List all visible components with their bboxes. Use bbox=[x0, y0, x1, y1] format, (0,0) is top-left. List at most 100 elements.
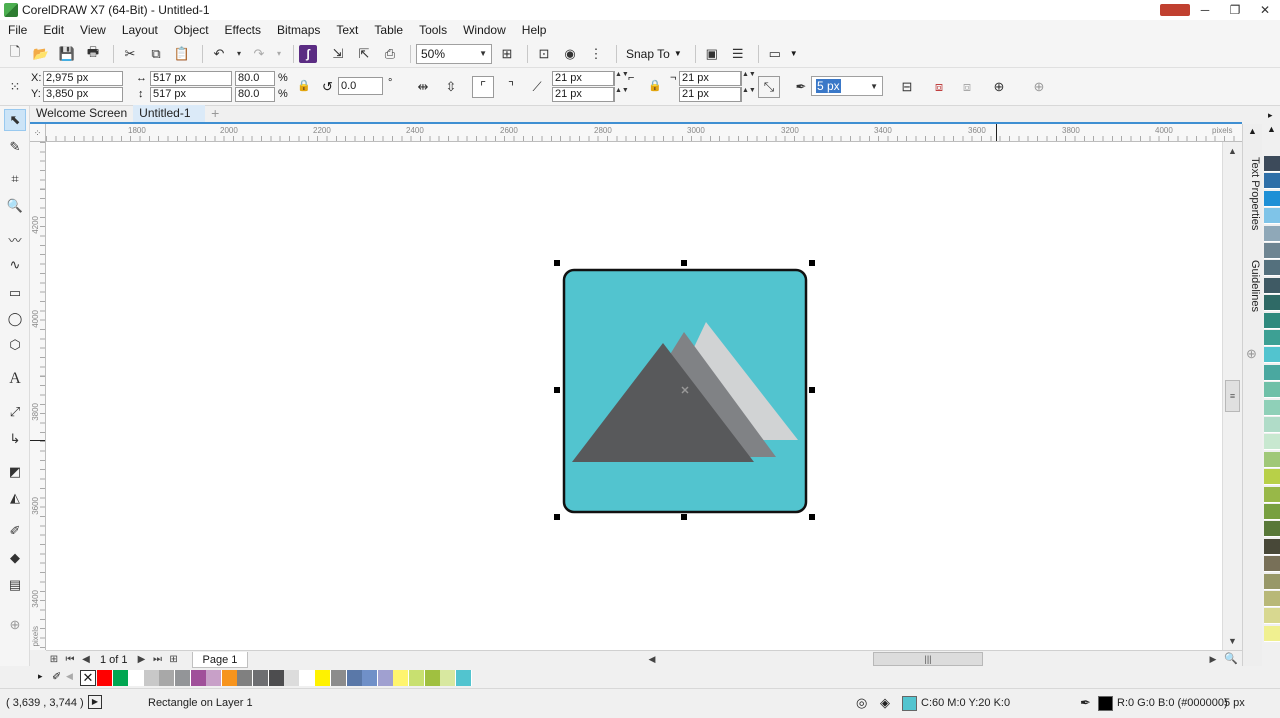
zoom-level-combo[interactable]: 50% ▼ bbox=[416, 43, 492, 64]
palette-swatch[interactable] bbox=[1264, 312, 1280, 329]
menu-layout[interactable]: Layout bbox=[114, 20, 166, 40]
height-field[interactable]: 517 px bbox=[150, 87, 232, 102]
scroll-right-icon[interactable]: ▶ bbox=[1206, 652, 1220, 666]
export-icon[interactable]: ⇱ bbox=[353, 43, 375, 65]
palette-swatch[interactable] bbox=[175, 670, 191, 686]
vertical-scroll-thumb[interactable]: ≡ bbox=[1225, 380, 1240, 412]
menu-bitmaps[interactable]: Bitmaps bbox=[269, 20, 328, 40]
show-rulers-icon[interactable]: ⊡ bbox=[533, 43, 555, 65]
page-tab-1[interactable]: Page 1 bbox=[191, 651, 249, 668]
docker-arrow-icon[interactable]: ▲ bbox=[1248, 126, 1257, 136]
lock-corners-icon[interactable]: 🔒 bbox=[648, 79, 662, 94]
undo-icon[interactable]: ↶ bbox=[208, 43, 230, 65]
pick-tool-icon[interactable]: ⬉ bbox=[4, 109, 26, 131]
color-proof-icon[interactable]: ◎ bbox=[856, 695, 867, 711]
publish-pdf-icon[interactable]: ⎙ bbox=[379, 43, 401, 65]
palette-scroll-left-icon[interactable]: ◀ bbox=[66, 671, 73, 682]
lock-ratio-icon[interactable]: 🔒 bbox=[297, 79, 311, 94]
palette-swatch[interactable] bbox=[377, 670, 394, 686]
user-account-icon[interactable] bbox=[1160, 0, 1190, 20]
palette-swatch[interactable] bbox=[346, 670, 363, 686]
restore-button[interactable]: ❐ bbox=[1220, 0, 1250, 20]
palette-swatch[interactable] bbox=[1264, 277, 1280, 294]
palette-scroll-icon[interactable]: ▲ bbox=[1267, 124, 1276, 134]
shape-tool-icon[interactable]: ✎ bbox=[4, 136, 26, 158]
play-icon[interactable]: ▶ bbox=[88, 695, 102, 709]
vertical-ruler[interactable]: 4200 4000 3800 3600 3400 pixels bbox=[30, 142, 46, 650]
ruler-origin[interactable]: ⁘ bbox=[30, 124, 46, 142]
docker-tab-guidelines[interactable]: Guidelines bbox=[1245, 256, 1261, 316]
search-content-icon[interactable]: ʃ bbox=[299, 44, 317, 63]
next-page-icon[interactable]: ▶ bbox=[134, 654, 150, 665]
palette-swatch[interactable] bbox=[1264, 504, 1280, 520]
fill-color-swatch[interactable] bbox=[902, 696, 917, 711]
add-tool-icon[interactable]: ⊕ bbox=[4, 614, 26, 636]
scroll-down-icon[interactable]: ▼ bbox=[1225, 634, 1240, 649]
rectangle-tool-icon[interactable]: ▭ bbox=[4, 282, 26, 304]
palette-swatch[interactable] bbox=[1264, 538, 1280, 555]
handle-right[interactable] bbox=[809, 387, 815, 393]
palette-swatch[interactable] bbox=[190, 670, 207, 686]
chevron-down-icon[interactable]: ▼ bbox=[790, 49, 798, 58]
menu-effects[interactable]: Effects bbox=[217, 20, 269, 40]
palette-swatch[interactable] bbox=[253, 670, 269, 686]
palette-swatch[interactable] bbox=[1264, 225, 1280, 242]
palette-swatch[interactable] bbox=[1264, 451, 1280, 468]
outline-width-combo[interactable]: 5 px ▼ bbox=[811, 76, 883, 96]
menu-edit[interactable]: Edit bbox=[35, 20, 72, 40]
palette-swatch[interactable] bbox=[1264, 573, 1280, 590]
save-icon[interactable]: 💾 bbox=[56, 43, 78, 65]
handle-bottom-right[interactable] bbox=[809, 514, 815, 520]
palette-swatch[interactable] bbox=[1264, 260, 1280, 277]
connector-tool-icon[interactable]: ↳ bbox=[4, 428, 26, 450]
palette-swatch[interactable] bbox=[128, 670, 145, 686]
palette-swatch[interactable] bbox=[1264, 486, 1280, 503]
welcome-screen-icon[interactable]: ▣ bbox=[701, 43, 723, 65]
interactive-fill-icon[interactable]: ◆ bbox=[4, 547, 26, 569]
zoom-tool-icon[interactable]: 🔍 bbox=[4, 195, 26, 217]
snap-to-button[interactable]: Snap To bbox=[622, 47, 674, 61]
open-icon[interactable]: 📂 bbox=[30, 43, 52, 65]
eyedropper-icon[interactable]: ✐ bbox=[52, 670, 61, 683]
freehand-tool-icon[interactable]: 〰 bbox=[4, 228, 26, 250]
horizontal-scrollbar[interactable]: ◀ ||| ▶ bbox=[645, 651, 1222, 667]
handle-top-left[interactable] bbox=[554, 260, 560, 266]
palette-swatch[interactable] bbox=[455, 670, 472, 686]
rotation-field[interactable]: 0.0 bbox=[338, 77, 383, 95]
add-page-icon[interactable]: ⊞ bbox=[46, 654, 62, 665]
artistic-media-icon[interactable]: ∿ bbox=[4, 254, 26, 276]
mirror-horizontal-icon[interactable]: ⇹ bbox=[412, 76, 434, 98]
corner-radius-top-right[interactable]: 21 px bbox=[679, 71, 741, 86]
fill-bucket-icon[interactable]: ◈ bbox=[880, 695, 890, 711]
palette-swatch[interactable] bbox=[362, 670, 379, 686]
scale-width-field[interactable]: 80.0 bbox=[235, 71, 275, 86]
palette-swatch[interactable] bbox=[1264, 243, 1280, 259]
width-field[interactable]: 517 px bbox=[150, 71, 232, 86]
parallel-dimension-icon[interactable]: ⤢ bbox=[4, 401, 26, 423]
convert-to-curves-icon[interactable]: ⊕ bbox=[988, 76, 1010, 98]
palette-swatch[interactable] bbox=[237, 670, 254, 686]
handle-top[interactable] bbox=[681, 260, 687, 266]
palette-swatch[interactable] bbox=[97, 670, 113, 686]
chamfered-corner-icon[interactable]: ⟋ bbox=[526, 76, 548, 98]
new-document-icon[interactable]: 🗋 bbox=[4, 43, 26, 65]
palette-swatch[interactable] bbox=[299, 670, 316, 686]
palette-swatch[interactable] bbox=[1264, 625, 1280, 642]
options-icon[interactable]: ☰ bbox=[727, 43, 749, 65]
palette-swatch[interactable] bbox=[143, 670, 160, 686]
menu-text[interactable]: Text bbox=[328, 20, 366, 40]
scale-height-field[interactable]: 80.0 bbox=[235, 87, 275, 102]
handle-top-right[interactable] bbox=[809, 260, 815, 266]
palette-swatch[interactable] bbox=[1264, 556, 1280, 573]
drop-shadow-icon[interactable]: ◩ bbox=[4, 461, 26, 483]
corner-radius-bottom-right[interactable]: 21 px bbox=[679, 87, 741, 102]
show-guidelines-icon[interactable]: ⋮ bbox=[585, 43, 607, 65]
menu-view[interactable]: View bbox=[72, 20, 114, 40]
horizontal-scroll-thumb[interactable]: ||| bbox=[873, 652, 983, 666]
vertical-scrollbar[interactable]: ▲ ≡ ▼ bbox=[1222, 142, 1242, 650]
polygon-tool-icon[interactable]: ⬡ bbox=[4, 334, 26, 356]
drawing-canvas[interactable] bbox=[46, 142, 1222, 650]
palette-swatch[interactable] bbox=[268, 670, 285, 686]
cut-icon[interactable]: ✂ bbox=[119, 43, 141, 65]
mirror-vertical-icon[interactable]: ⇳ bbox=[440, 76, 462, 98]
